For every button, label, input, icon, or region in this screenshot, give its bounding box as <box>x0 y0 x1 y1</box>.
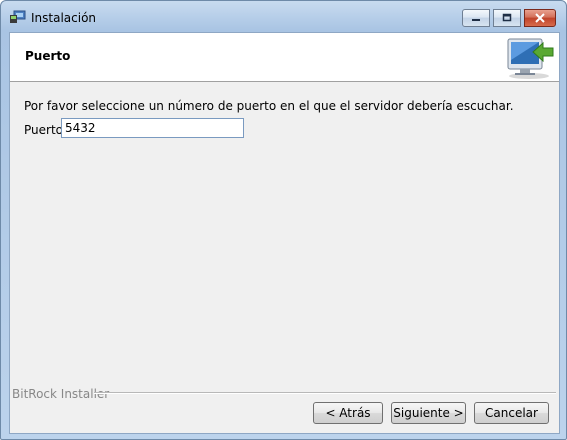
close-icon <box>535 13 545 23</box>
back-button[interactable]: < Atrás <box>313 402 383 424</box>
minimize-icon <box>472 19 480 21</box>
close-button[interactable] <box>524 9 556 27</box>
port-prompt: Por favor seleccione un número de puerto… <box>24 99 514 113</box>
cancel-button[interactable]: Cancelar <box>474 402 549 424</box>
minimize-button[interactable] <box>462 9 490 27</box>
port-input[interactable] <box>61 118 244 138</box>
maximize-icon <box>502 13 512 22</box>
wizard-body: Puerto Por favor seleccione un número de… <box>9 32 560 434</box>
installer-computer-arrow-icon <box>503 35 555 81</box>
wizard-header: Puerto <box>10 33 559 82</box>
maximize-button[interactable] <box>493 9 521 27</box>
footer-divider <box>94 392 556 394</box>
title-bar[interactable]: Instalación <box>1 1 566 31</box>
page-title: Puerto <box>25 49 71 63</box>
next-button[interactable]: Siguiente > <box>391 402 466 424</box>
app-icon <box>10 10 26 24</box>
installer-brand: BitRock Installer <box>12 387 113 401</box>
window-title: Instalación <box>31 11 97 25</box>
installer-window: Instalación Puerto Por favor seleccione … <box>0 0 567 440</box>
port-label: Puerto <box>24 123 63 137</box>
